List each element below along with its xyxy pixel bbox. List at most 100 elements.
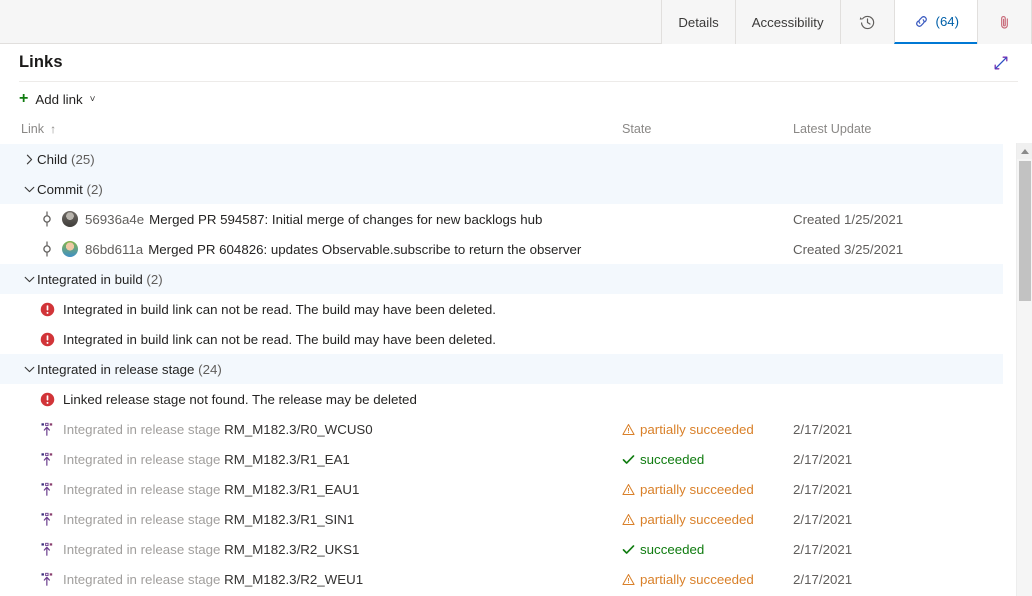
column-header-latest-update[interactable]: Latest Update — [793, 122, 871, 136]
warning-triangle-icon — [622, 573, 635, 586]
chevron-down-icon: ˅ — [90, 95, 96, 105]
latest-update-cell: 2/17/2021 — [793, 474, 852, 504]
chevron-down-icon[interactable] — [21, 185, 37, 194]
link-cell: Integrated in release stage RM_M182.3/R1… — [0, 474, 359, 504]
warning-triangle-icon — [622, 483, 635, 496]
link-cell: Integrated in build link can not be read… — [0, 324, 496, 354]
chevron-down-icon[interactable] — [21, 365, 37, 374]
release-stage-prefix: Integrated in release stage — [63, 452, 220, 467]
commit-hash[interactable]: 86bd611a — [85, 242, 143, 257]
scroll-up-arrow[interactable] — [1017, 143, 1032, 159]
status-badge: partially succeeded — [622, 414, 754, 444]
status-badge-label: partially succeeded — [640, 572, 754, 587]
group-row-content: Integrated in release stage (24) — [0, 354, 222, 384]
table-row[interactable]: Integrated in build link can not be read… — [0, 324, 1003, 354]
link-cell: Integrated in release stage RM_M182.3/R2… — [0, 564, 363, 594]
table-row[interactable]: Integrated in release stage RM_M182.3/R1… — [0, 504, 1003, 534]
tab-history[interactable] — [840, 0, 895, 44]
latest-update-cell: Created 3/25/2021 — [793, 234, 903, 264]
release-stage-name[interactable]: RM_M182.3/R2_WEU1 — [224, 572, 363, 587]
table-row[interactable]: Integrated in release stage RM_M182.3/R0… — [0, 414, 1003, 444]
column-header-latest-update-label: Latest Update — [793, 122, 871, 136]
group-row-label: Integrated in build — [37, 272, 143, 287]
column-header-state[interactable]: State — [622, 122, 651, 136]
chevron-down-icon[interactable] — [21, 275, 37, 284]
group-row[interactable]: Integrated in build (2) — [0, 264, 1003, 294]
column-header-link-label: Link — [21, 122, 44, 136]
links-toolbar: + Add link ˅ — [0, 82, 1032, 116]
release-stage-icon — [40, 482, 55, 497]
tab-accessibility[interactable]: Accessibility — [735, 0, 841, 44]
link-icon — [913, 13, 930, 30]
release-stage-prefix: Integrated in release stage — [63, 422, 220, 437]
release-stage-icon — [40, 422, 55, 437]
scrollbar-thumb[interactable] — [1019, 161, 1031, 301]
group-row-count: (2) — [87, 182, 103, 197]
release-stage-name[interactable]: RM_M182.3/R2_UKS1 — [224, 542, 359, 557]
links-row-container: Child (25)Commit (2)56936a4eMerged PR 59… — [0, 144, 1003, 594]
link-cell: Integrated in build link can not be read… — [0, 294, 496, 324]
release-stage-icon — [40, 512, 55, 527]
warning-triangle-icon — [622, 423, 635, 436]
tab-links[interactable]: (64) — [894, 0, 978, 44]
plus-icon: + — [19, 91, 28, 107]
column-header-state-label: State — [622, 122, 651, 136]
link-cell: Integrated in release stage RM_M182.3/R2… — [0, 534, 359, 564]
links-panel: Details Accessibility (64) — [0, 0, 1032, 596]
status-badge: partially succeeded — [622, 564, 754, 594]
table-row[interactable]: Integrated in release stage RM_M182.3/R2… — [0, 564, 1003, 594]
group-row-label: Integrated in release stage — [37, 362, 194, 377]
error-message: Integrated in build link can not be read… — [63, 332, 496, 347]
vertical-scrollbar[interactable] — [1016, 143, 1032, 596]
release-stage-prefix: Integrated in release stage — [63, 542, 220, 557]
status-badge-label: succeeded — [640, 452, 704, 467]
table-row[interactable]: 86bd611a Merged PR 604826: updates Observ… — [0, 234, 1003, 264]
table-row[interactable]: 56936a4e Merged PR 594587: Initial merge … — [0, 204, 1003, 234]
group-row[interactable]: Commit (2) — [0, 174, 1003, 204]
table-row[interactable]: Integrated in release stage RM_M182.3/R2… — [0, 534, 1003, 564]
paperclip-icon — [996, 14, 1013, 31]
table-row[interactable]: Linked release stage not found. The rele… — [0, 384, 1003, 414]
release-stage-icon — [40, 572, 55, 587]
commit-icon — [40, 241, 54, 257]
warning-triangle-icon — [622, 513, 635, 526]
group-row-count: (2) — [146, 272, 162, 287]
page-title: Links — [19, 53, 63, 72]
work-item-tabbar: Details Accessibility (64) — [0, 0, 1032, 44]
commit-icon — [40, 211, 54, 227]
panel-header: Links — [0, 44, 1032, 81]
release-stage-name[interactable]: RM_M182.3/R1_SIN1 — [224, 512, 354, 527]
avatar — [62, 241, 78, 257]
release-stage-name[interactable]: RM_M182.3/R0_WCUS0 — [224, 422, 373, 437]
column-header-link[interactable]: Link ↑ — [21, 122, 56, 136]
sort-ascending-icon: ↑ — [50, 122, 56, 136]
expand-diagonal-icon[interactable] — [990, 52, 1012, 74]
tab-details-label: Details — [678, 15, 718, 30]
latest-update-cell: 2/17/2021 — [793, 414, 852, 444]
link-cell: 56936a4e Merged PR 594587: Initial merge … — [0, 204, 542, 234]
tab-attachments[interactable] — [977, 0, 1032, 44]
group-row[interactable]: Child (25) — [0, 144, 1003, 174]
commit-message[interactable]: Merged PR 604826: updates Observable.sub… — [148, 242, 581, 257]
group-row-label: Child — [37, 152, 67, 167]
chevron-right-icon[interactable] — [21, 154, 37, 165]
group-row-count: (25) — [71, 152, 95, 167]
tab-details[interactable]: Details — [661, 0, 735, 44]
release-stage-prefix: Integrated in release stage — [63, 572, 220, 587]
table-row[interactable]: Integrated in build link can not be read… — [0, 294, 1003, 324]
link-cell: Integrated in release stage RM_M182.3/R1… — [0, 444, 350, 474]
release-stage-name[interactable]: RM_M182.3/R1_EA1 — [224, 452, 350, 467]
add-link-button[interactable]: + Add link ˅ — [19, 89, 100, 110]
link-cell: Integrated in release stage RM_M182.3/R0… — [0, 414, 373, 444]
release-stage-prefix: Integrated in release stage — [63, 482, 220, 497]
links-grid: Child (25)Commit (2)56936a4eMerged PR 59… — [0, 144, 1032, 596]
group-row[interactable]: Integrated in release stage (24) — [0, 354, 1003, 384]
commit-message[interactable]: Merged PR 594587: Initial merge of chang… — [149, 212, 542, 227]
group-row-content: Integrated in build (2) — [0, 264, 163, 294]
release-stage-name[interactable]: RM_M182.3/R1_EAU1 — [224, 482, 359, 497]
latest-update-cell: 2/17/2021 — [793, 444, 852, 474]
error-message: Linked release stage not found. The rele… — [63, 392, 417, 407]
table-row[interactable]: Integrated in release stage RM_M182.3/R1… — [0, 474, 1003, 504]
table-row[interactable]: Integrated in release stage RM_M182.3/R1… — [0, 444, 1003, 474]
commit-hash[interactable]: 56936a4e — [85, 212, 144, 227]
